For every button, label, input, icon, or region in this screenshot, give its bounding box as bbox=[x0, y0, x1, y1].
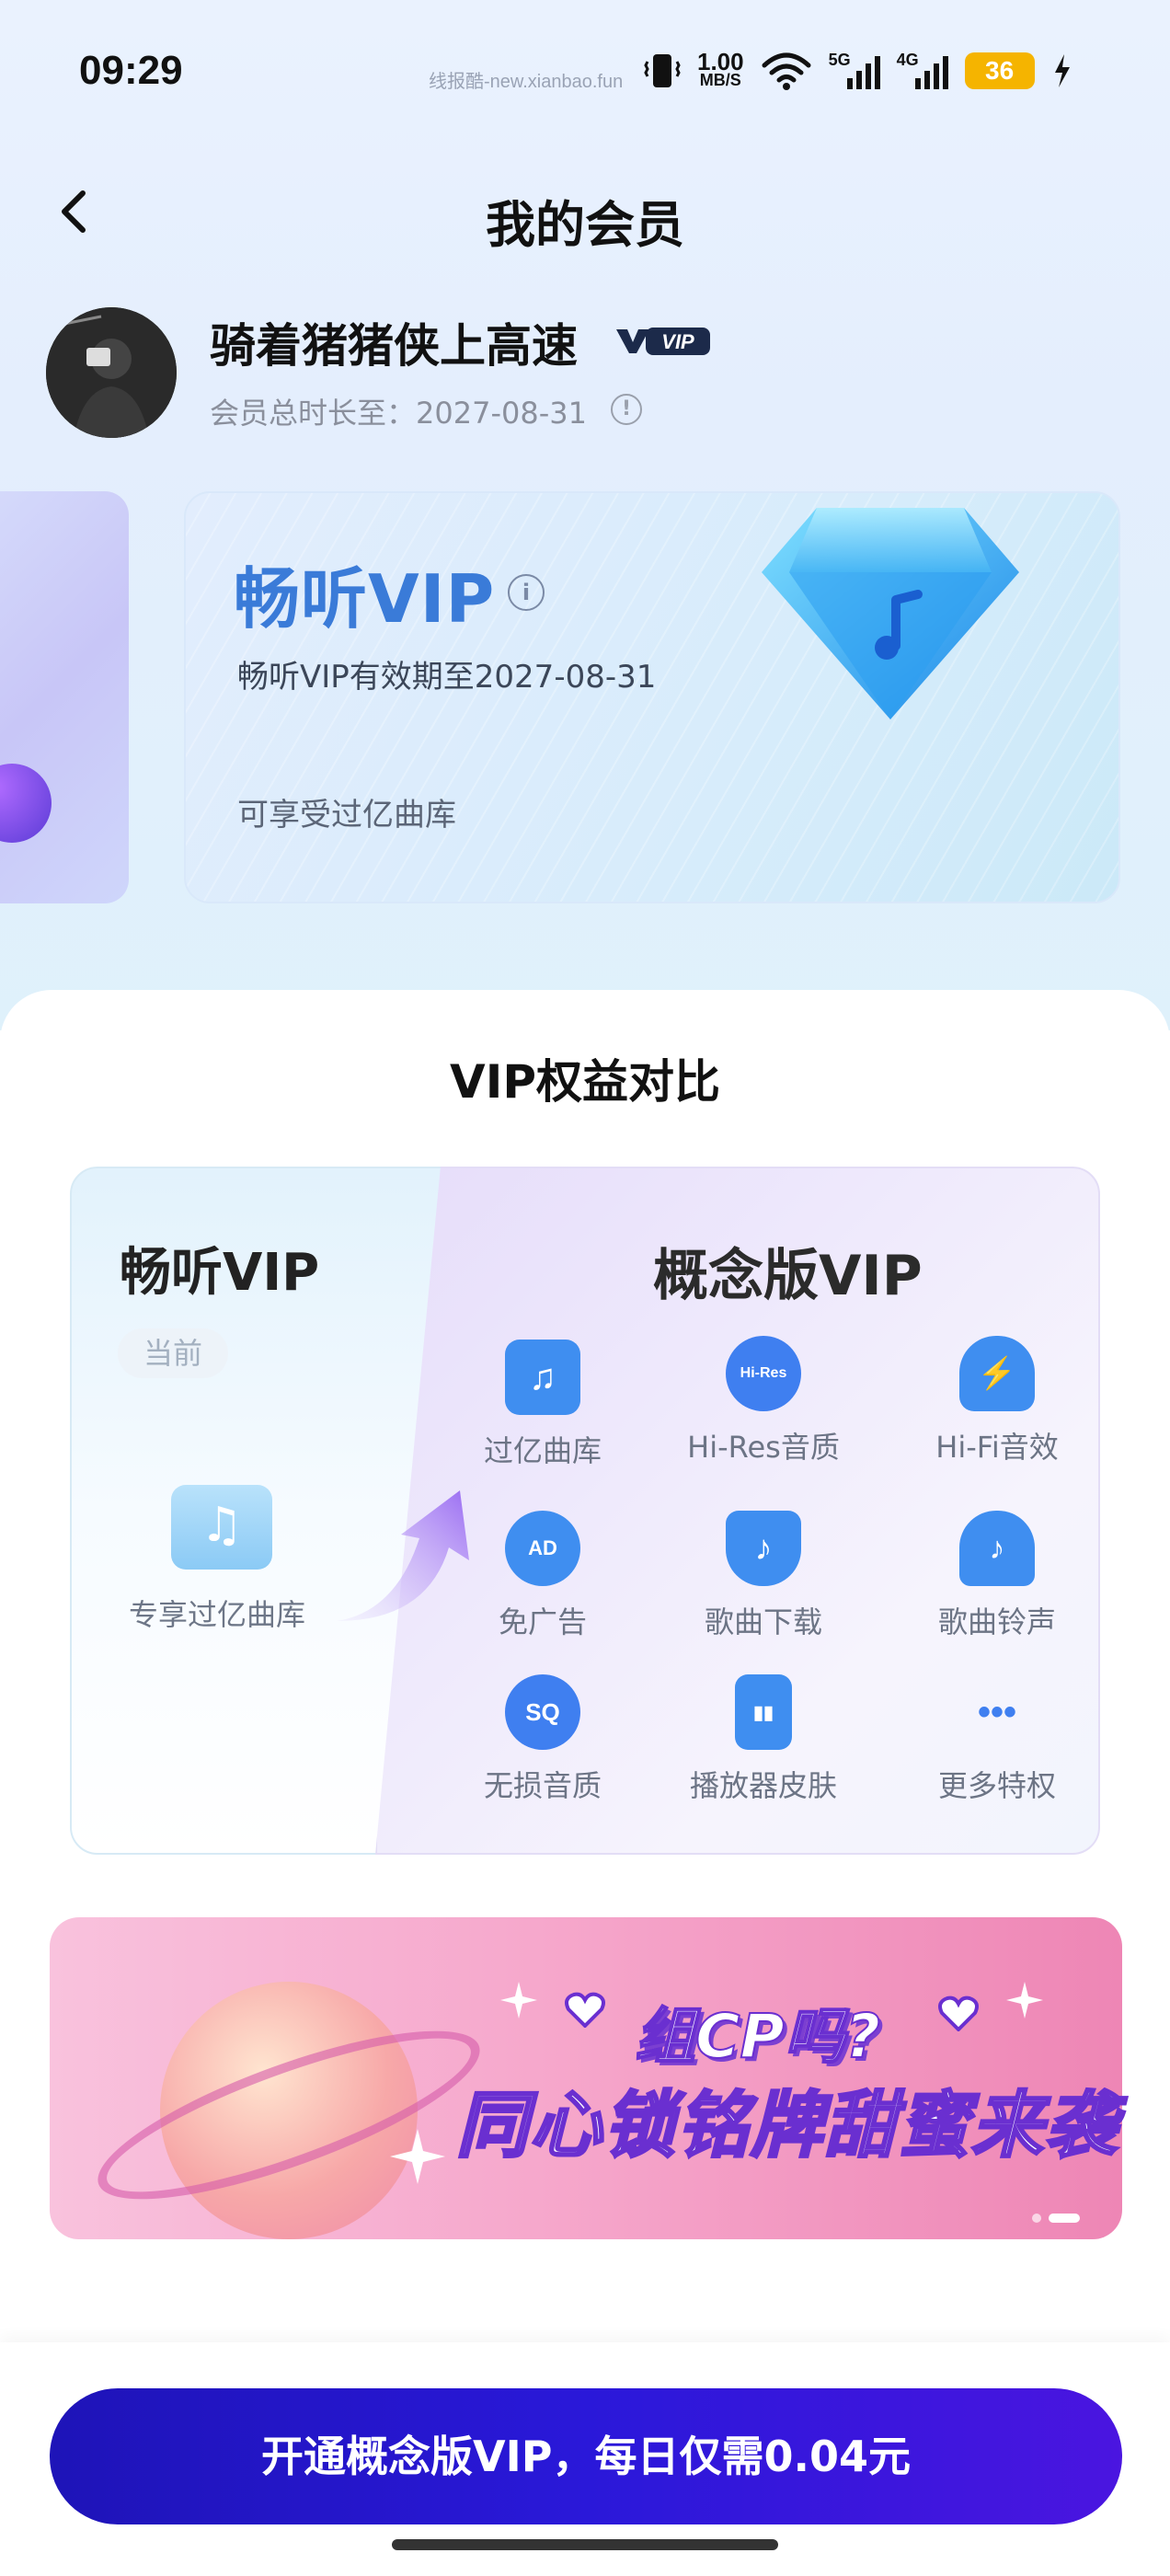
diamond-icon bbox=[762, 508, 1019, 719]
info-icon[interactable]: ! bbox=[611, 394, 642, 425]
avatar-image bbox=[46, 307, 177, 438]
current-tag: 当前 bbox=[118, 1328, 228, 1378]
svg-text:VIP: VIP bbox=[661, 330, 694, 353]
banner-headline: 组CP吗? bbox=[634, 2000, 881, 2073]
banner-subheadline: 同心锁铭牌甜蜜来袭 bbox=[454, 2084, 1119, 2169]
feature-item: Hi-Res Hi-Res音质 bbox=[671, 1336, 855, 1466]
carousel-dot bbox=[1032, 2214, 1041, 2223]
feature-item: ••• 更多特权 bbox=[905, 1674, 1089, 1805]
status-time: 09:29 bbox=[79, 48, 183, 93]
feature-item: ♫ 过亿曲库 bbox=[451, 1340, 635, 1470]
no-ads-icon: AD bbox=[505, 1511, 580, 1586]
more-icon: ••• bbox=[977, 1691, 1016, 1732]
status-bar: 09:29 线报酷-new.xianbao.fun 1.00 MB/S 5G 4… bbox=[0, 0, 1170, 147]
card-expiry: 畅听VIP有效期至2027-08-31 bbox=[237, 659, 657, 696]
watermark-text: 线报酷-new.xianbao.fun bbox=[429, 72, 624, 92]
compare-current-title: 畅听VIP bbox=[120, 1243, 320, 1303]
music-library-icon: ♫ bbox=[171, 1485, 272, 1570]
avatar[interactable] bbox=[46, 307, 177, 438]
heart-icon bbox=[565, 1992, 605, 2028]
compare-upgrade-title: 概念版VIP bbox=[653, 1244, 923, 1308]
card-benefit: 可享受过亿曲库 bbox=[237, 797, 456, 834]
player-skin-icon: ▮▮ bbox=[735, 1674, 792, 1750]
battery-icon: 36 bbox=[964, 52, 1035, 89]
page-title: 我的会员 bbox=[486, 196, 684, 254]
compare-title: VIP权益对比 bbox=[450, 1055, 720, 1109]
headphones-icon: ⚡ bbox=[959, 1336, 1035, 1411]
home-indicator[interactable] bbox=[392, 2539, 778, 2550]
feature-item: AD 免广告 bbox=[451, 1511, 635, 1641]
vip-card[interactable]: 畅听VIP i 畅听VIP有效期至2027-08-31 可享受过亿曲库 bbox=[184, 491, 1120, 903]
status-icons: 1.00 MB/S 5G 4G 36 bbox=[644, 48, 1073, 94]
previous-card[interactable] bbox=[0, 491, 129, 903]
vibrate-icon bbox=[644, 54, 681, 87]
member-until-text: 会员总时长至：2027-08-31 bbox=[210, 396, 587, 431]
feature-item: ▮▮ 播放器皮肤 bbox=[671, 1674, 855, 1805]
orb-decoration bbox=[0, 764, 52, 843]
carousel-dot-active bbox=[1049, 2214, 1080, 2223]
sparkle-icon bbox=[1006, 1982, 1043, 2018]
hi-res-icon: Hi-Res bbox=[726, 1336, 801, 1411]
current-benefit-label: 专享过亿曲库 bbox=[129, 1597, 306, 1632]
wifi-icon bbox=[762, 52, 811, 90]
bell-icon: ♪ bbox=[959, 1511, 1035, 1586]
sparkle-icon bbox=[390, 2129, 445, 2184]
vip-badge-icon: VIP bbox=[616, 328, 710, 355]
feature-item: ♪ 歌曲铃声 bbox=[905, 1511, 1089, 1641]
feature-item: SQ 无损音质 bbox=[451, 1674, 635, 1805]
heart-icon bbox=[938, 1995, 979, 2031]
music-library-icon: ♫ bbox=[505, 1340, 580, 1415]
charging-icon bbox=[1054, 54, 1070, 87]
username: 骑着猪猪侠上高速 bbox=[210, 319, 578, 373]
info-icon[interactable]: i bbox=[508, 574, 545, 611]
feature-item: ♪ 歌曲下载 bbox=[671, 1511, 855, 1641]
sparkle-icon bbox=[500, 1982, 537, 2018]
card-title: 畅听VIP bbox=[234, 560, 496, 638]
carousel-indicator bbox=[1032, 2214, 1080, 2223]
net-speed: 1.00 MB/S bbox=[697, 48, 744, 89]
signal-4g-icon: 4G bbox=[897, 51, 948, 89]
signal-5g-icon: 5G bbox=[829, 51, 880, 89]
sq-icon: SQ bbox=[505, 1674, 580, 1750]
feature-item: ⚡ Hi-Fi音效 bbox=[905, 1336, 1089, 1466]
download-icon: ♪ bbox=[726, 1511, 801, 1586]
subscribe-button[interactable]: 开通概念版VIP，每日仅需0.04元 bbox=[50, 2388, 1122, 2524]
